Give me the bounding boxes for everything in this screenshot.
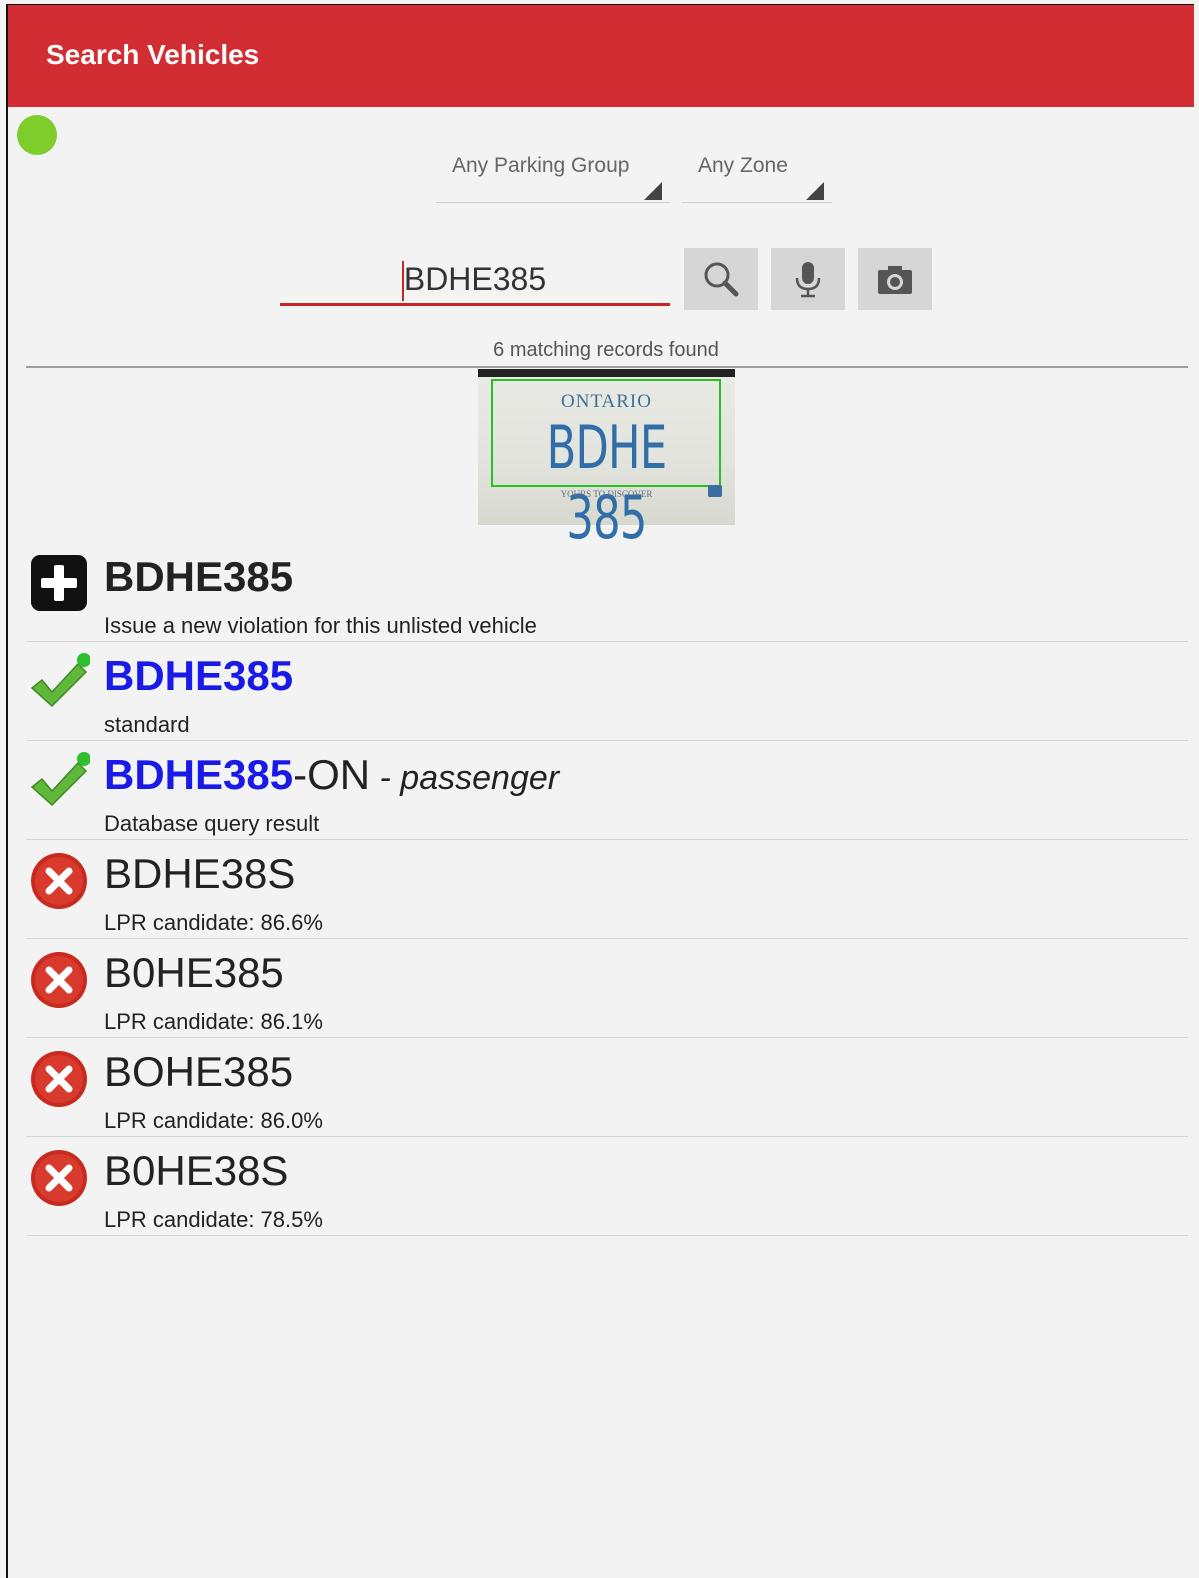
plate-text: BDHE385: [104, 652, 294, 699]
parking-group-select[interactable]: Any Parking Group: [436, 148, 670, 203]
list-item-subtitle: standard: [104, 712, 190, 737]
search-button[interactable]: [684, 248, 758, 310]
plate-slogan: YOURS TO DISCOVER: [560, 489, 653, 499]
list-item-title: BOHE385: [104, 1048, 294, 1095]
list-item-subtitle: LPR candidate: 86.1%: [104, 1009, 323, 1034]
trillium-logo-icon: [708, 485, 722, 497]
error-icon: [31, 853, 87, 909]
results-list: BDHE385 Issue a new violation for this u…: [26, 543, 1188, 1236]
error-icon: [31, 952, 87, 1008]
license-plate-capture: ONTARIO BDHE 385 YOURS TO DISCOVER: [478, 369, 735, 553]
zone-select[interactable]: Any Zone: [682, 148, 832, 203]
list-item-candidate[interactable]: B0HE385 LPR candidate: 86.1%: [26, 939, 1188, 1038]
camera-button[interactable]: [858, 248, 932, 310]
plate-number: BDHE 385: [546, 413, 668, 553]
vehicle-type: - passenger: [370, 759, 560, 797]
list-item-match[interactable]: BDHE385-ON - passenger Database query re…: [26, 741, 1188, 840]
list-item-new-violation[interactable]: BDHE385 Issue a new violation for this u…: [26, 543, 1188, 642]
list-item-subtitle: Issue a new violation for this unlisted …: [104, 613, 537, 638]
plate-text: BDHE385: [104, 751, 294, 798]
search-icon: [704, 262, 739, 297]
app-bar: Search Vehicles: [8, 5, 1194, 107]
check-icon: [30, 752, 90, 807]
app-window: Search Vehicles Any Parking Group Any Zo…: [6, 4, 1194, 1578]
microphone-icon: [795, 262, 821, 298]
list-item-title: BDHE38S: [104, 850, 296, 897]
error-icon: [31, 1051, 87, 1107]
plate-text: BDHE385: [104, 553, 294, 600]
list-item-candidate[interactable]: BDHE38S LPR candidate: 86.6%: [26, 840, 1188, 939]
zone-select-value: Any Zone: [698, 154, 788, 177]
list-item-subtitle: LPR candidate: 86.6%: [104, 910, 323, 935]
divider: [26, 366, 1188, 368]
plate-search-input[interactable]: [280, 255, 670, 306]
list-item-subtitle: LPR candidate: 86.0%: [104, 1108, 323, 1133]
check-icon: [30, 653, 90, 708]
list-item-candidate[interactable]: BOHE385 LPR candidate: 86.0%: [26, 1038, 1188, 1137]
list-item-subtitle: Database query result: [104, 811, 320, 836]
list-item-title: BDHE385-ON - passenger: [104, 751, 559, 799]
dropdown-arrow-icon: [644, 182, 662, 200]
list-item-match[interactable]: BDHE385 standard: [26, 642, 1188, 741]
connection-status-indicator: [17, 115, 57, 155]
text-cursor: [402, 261, 404, 301]
plate-region: -ON: [293, 751, 371, 798]
list-item-title: B0HE385: [104, 949, 284, 996]
dropdown-arrow-icon: [806, 182, 824, 200]
list-item-title: B0HE38S: [104, 1147, 289, 1194]
list-item-title: BDHE385: [104, 652, 293, 700]
voice-search-button[interactable]: [771, 248, 845, 310]
page-title: Search Vehicles: [46, 39, 260, 70]
add-icon: [31, 555, 87, 611]
list-item-title: BDHE385: [104, 553, 293, 601]
error-icon: [31, 1150, 87, 1206]
plate-province: ONTARIO: [561, 391, 652, 412]
match-count-text: 6 matching records found: [493, 339, 719, 361]
list-item-candidate[interactable]: B0HE38S LPR candidate: 78.5%: [26, 1137, 1188, 1236]
parking-group-select-value: Any Parking Group: [452, 154, 630, 177]
camera-icon: [878, 266, 912, 294]
list-item-subtitle: LPR candidate: 78.5%: [104, 1207, 323, 1232]
